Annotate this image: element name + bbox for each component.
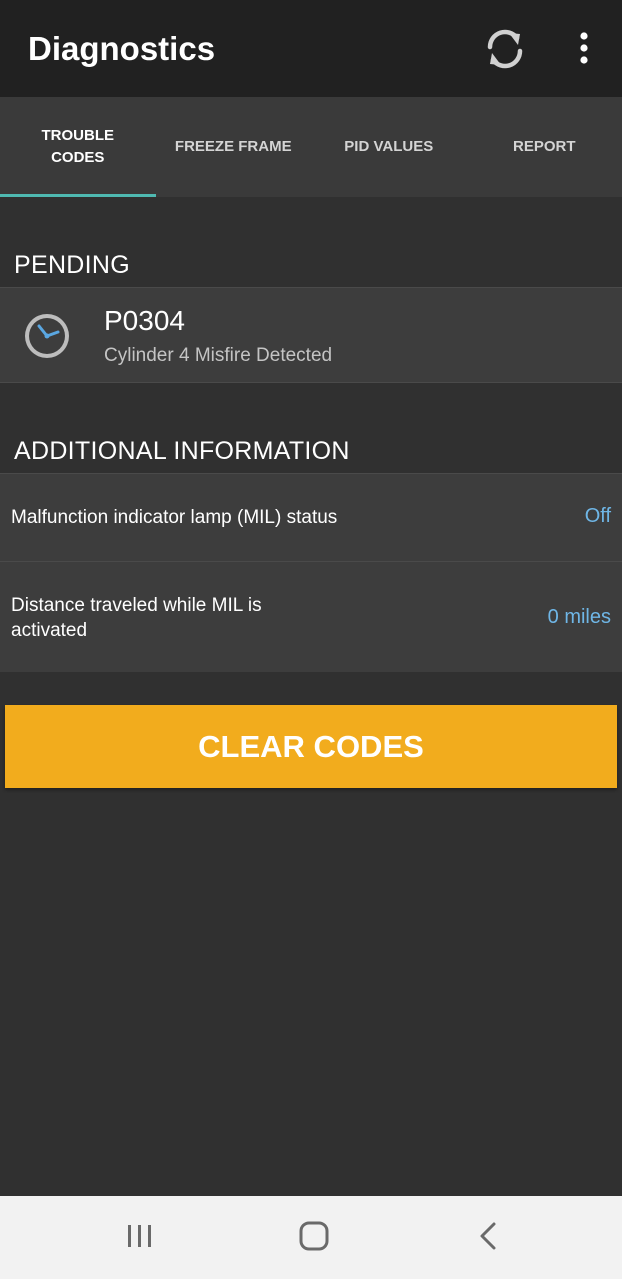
recents-button[interactable] — [118, 1216, 162, 1256]
back-button[interactable] — [466, 1216, 510, 1256]
system-nav-bar — [0, 1196, 622, 1279]
pending-header: PENDING — [14, 251, 131, 279]
refresh-button[interactable] — [480, 24, 530, 74]
tab-pid-values[interactable]: PID VALUES — [311, 97, 467, 197]
more-vertical-icon — [580, 32, 588, 64]
tab-label: PID VALUES — [344, 138, 434, 155]
tab-bar: TROUBLE CODES FREEZE FRAME PID VALUES RE… — [0, 97, 622, 197]
tab-freeze-frame[interactable]: FREEZE FRAME — [156, 97, 312, 197]
back-icon — [480, 1222, 496, 1250]
trouble-code-row[interactable]: P0304 Cylinder 4 Misfire Detected — [0, 287, 622, 383]
app-bar: Diagnostics — [0, 0, 622, 97]
recents-icon — [128, 1225, 151, 1247]
home-icon — [299, 1221, 329, 1251]
additional-info-header: ADDITIONAL INFORMATION — [14, 437, 350, 465]
info-label: Distance traveled while MIL is activated — [11, 595, 262, 641]
tab-label: FREEZE FRAME — [174, 138, 292, 155]
refresh-icon — [487, 29, 523, 69]
info-label: Malfunction indicator lamp (MIL) status — [11, 507, 338, 528]
home-button[interactable] — [292, 1216, 336, 1256]
info-value: 0 miles — [547, 606, 611, 628]
trouble-code-description: Cylinder 4 Misfire Detected — [104, 345, 333, 366]
info-row-mil-distance: Distance traveled while MIL is activated… — [0, 561, 622, 672]
tab-report[interactable]: REPORT — [467, 97, 622, 197]
clear-codes-button[interactable]: CLEAR CODES — [5, 705, 617, 788]
tab-label: REPORT — [512, 138, 576, 155]
clock-icon — [25, 314, 69, 358]
tab-trouble-codes[interactable]: TROUBLE CODES — [0, 97, 156, 197]
info-value: Off — [584, 505, 611, 527]
info-row-mil-status: Malfunction indicator lamp (MIL) status … — [0, 473, 622, 561]
app-title: Diagnostics — [28, 30, 216, 67]
tab-label: TROUBLE CODES — [41, 127, 115, 166]
more-options-button[interactable] — [566, 24, 602, 74]
trouble-code: P0304 — [104, 305, 185, 336]
